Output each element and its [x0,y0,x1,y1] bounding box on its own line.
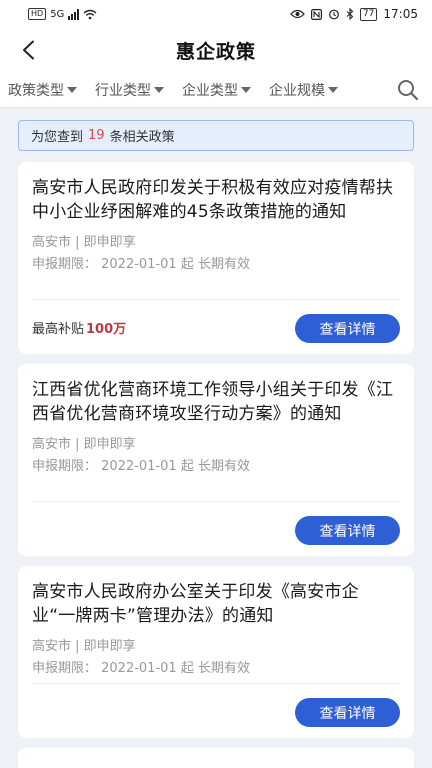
nfc-icon [310,8,322,20]
eye-icon [290,9,305,19]
policy-period: 申报期限： 2022-01-01 起 长期有效 [32,661,250,676]
chevron-left-icon [23,40,34,60]
filter-enterprise-scale[interactable]: 企业规模 [269,80,338,100]
policy-title[interactable]: 高安市人民政府办公室关于印发《高安市企业“一牌两卡”管理办法》的通知 [32,580,400,628]
view-details-button[interactable]: 查看详情 [295,516,400,545]
policy-source: 高安市 | 即申即享 [32,639,136,654]
page-title: 惠企政策 [175,40,256,63]
result-count: 19 [88,128,105,143]
status-left: HD 5G [28,8,97,20]
policy-card[interactable]: 高安市人民政府办公室关于印发《高安市企业“一牌两卡”管理办法》的通知 高安市 |… [18,566,414,738]
policy-card[interactable]: 江西省优化营商环境工作领导小组关于印发《江西省优化营商环境攻坚行动方案》的通知 … [18,364,414,556]
filter-label: 行业类型 [95,82,151,99]
caret-down-icon [328,86,338,93]
result-count-banner: 为您查到 19 条相关政策 [18,120,414,151]
filter-label: 企业类型 [182,82,238,99]
policy-source: 高安市 | 即申即享 [32,437,136,452]
policy-card-partial[interactable] [18,748,414,768]
status-right: 77 17:05 [290,7,418,21]
policy-source: 高安市 | 即申即享 [32,235,136,250]
subsidy-amount: 100万 [86,321,127,337]
back-button[interactable] [14,36,42,64]
filter-industry-type[interactable]: 行业类型 [95,80,164,100]
filter-policy-type[interactable]: 政策类型 [8,80,77,100]
card-footer: 查看详情 [32,501,400,556]
navigation-bar: 惠企政策 [0,28,432,72]
filter-label: 企业规模 [269,82,325,99]
battery-icon: 77 [359,7,378,21]
policy-title[interactable]: 江西省优化营商环境工作领导小组关于印发《江西省优化营商环境攻坚行动方案》的通知 [32,378,400,426]
alarm-icon [329,9,339,20]
policy-card[interactable]: 高安市人民政府印发关于积极有效应对疫情帮扶中小企业纾困解难的45条政策措施的通知… [18,162,414,354]
filter-label: 政策类型 [8,82,64,99]
subsidy-label: 最高补贴 [32,321,85,337]
result-suffix: 条相关政策 [109,130,175,145]
filter-enterprise-type[interactable]: 企业类型 [182,80,251,100]
view-details-button[interactable]: 查看详情 [295,314,400,343]
search-button[interactable] [396,78,420,102]
search-icon [398,80,419,101]
bluetooth-icon [346,8,354,20]
wifi-icon [83,9,97,19]
subsidy-info: 最高补贴 100万 [32,318,126,337]
view-details-button[interactable]: 查看详情 [295,698,400,727]
policy-title[interactable]: 高安市人民政府印发关于积极有效应对疫情帮扶中小企业纾困解难的45条政策措施的通知 [32,176,400,224]
policy-period: 申报期限： 2022-01-01 起 长期有效 [32,257,250,272]
clock: 17:05 [383,7,418,21]
caret-down-icon [154,86,164,93]
result-prefix: 为您查到 [31,130,84,145]
network-type: 5G [50,8,65,20]
caret-down-icon [67,86,77,93]
filter-bar: 政策类型 行业类型 企业类型 企业规模 [0,72,432,108]
hd-badge: HD [28,8,47,20]
signal-icon [68,8,80,20]
card-footer: 查看详情 [32,683,400,738]
caret-down-icon [241,86,251,93]
policy-period: 申报期限： 2022-01-01 起 长期有效 [32,459,250,474]
card-footer: 最高补贴 100万 查看详情 [32,299,400,354]
status-bar: HD 5G 77 17:05 [0,0,432,28]
